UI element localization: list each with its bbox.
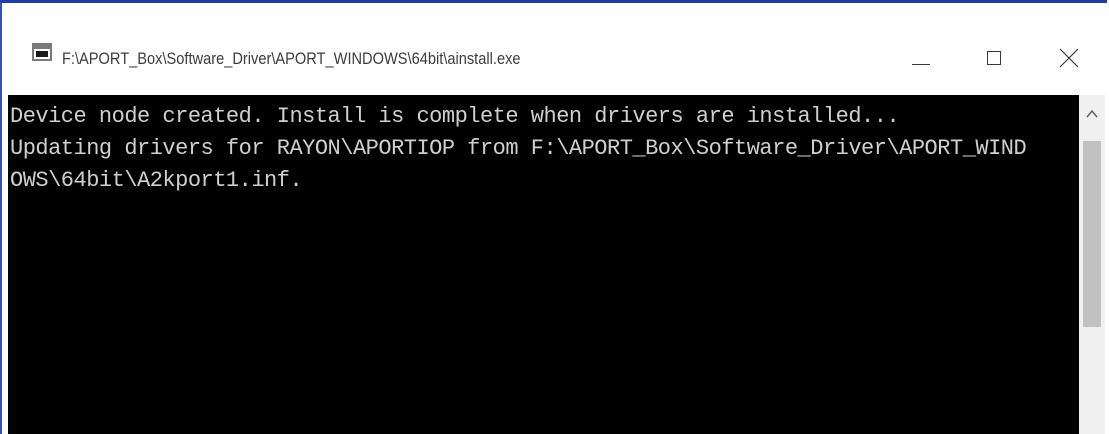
close-icon: [1059, 48, 1079, 68]
console-line: Device node created. Install is complete…: [10, 104, 900, 129]
maximize-icon: [987, 51, 1001, 65]
console-lines: Device node created. Install is complete…: [8, 101, 1027, 197]
console-line: OWS\64bit\A2kport1.inf.: [10, 168, 303, 193]
window-title: F:\APORT_Box\Software_Driver\APORT_WINDO…: [62, 49, 521, 68]
minimize-button[interactable]: [898, 39, 944, 75]
console-app-icon[interactable]: [32, 43, 52, 61]
title-bar[interactable]: F:\APORT_Box\Software_Driver\APORT_WINDO…: [2, 3, 1107, 98]
scroll-up-arrow-icon[interactable]: [1086, 109, 1098, 119]
close-button[interactable]: [1046, 39, 1092, 75]
vertical-scrollbar[interactable]: [1079, 95, 1105, 434]
console-output[interactable]: Device node created. Install is complete…: [8, 95, 1079, 434]
minimize-icon: [912, 64, 930, 65]
maximize-button[interactable]: [972, 39, 1018, 75]
scroll-thumb[interactable]: [1083, 141, 1101, 327]
console-line: Updating drivers for RAYON\APORTIOP from…: [10, 136, 1027, 161]
